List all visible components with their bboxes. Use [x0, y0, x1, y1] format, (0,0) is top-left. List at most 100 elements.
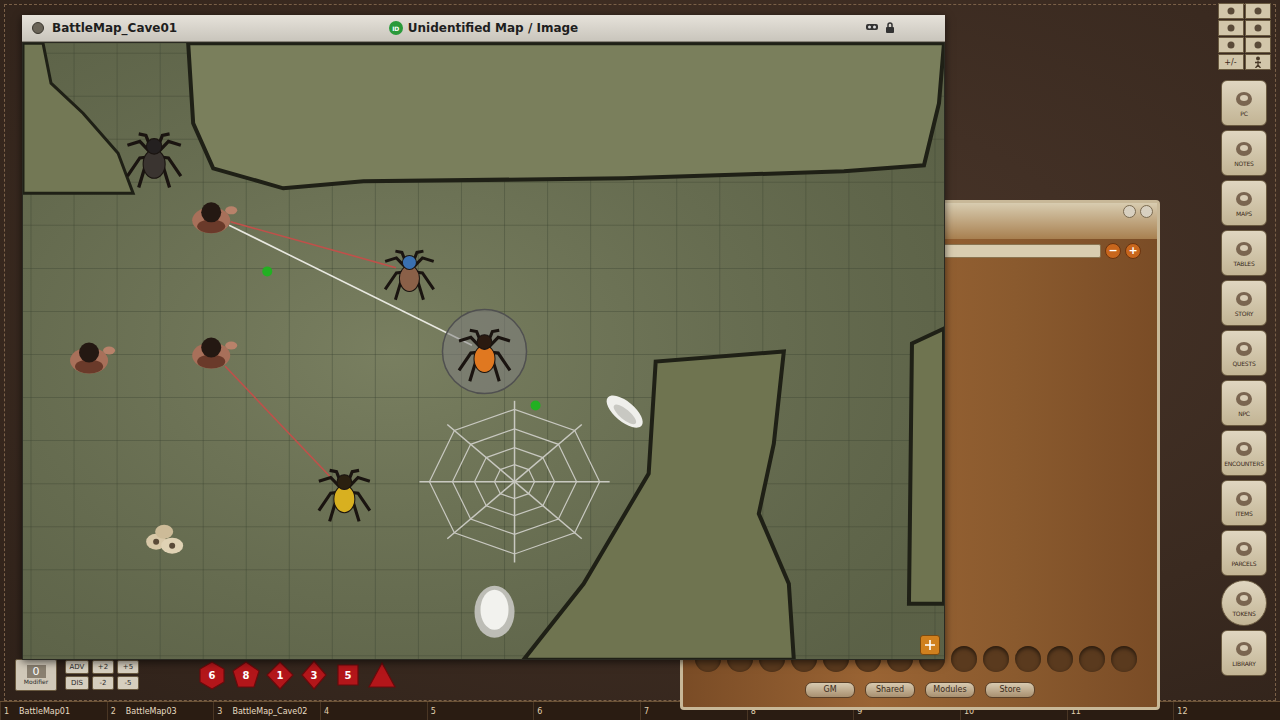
- sidebar-icon: [1233, 539, 1255, 559]
- map-identification: Unidentified Map / Image: [408, 21, 578, 35]
- advantage-button[interactable]: ADV: [65, 660, 89, 674]
- map-token[interactable]: [531, 401, 541, 411]
- figure-icon: [1252, 56, 1264, 68]
- sidebar-button[interactable]: STORY: [1221, 280, 1267, 326]
- map-token[interactable]: [192, 337, 237, 368]
- map-token[interactable]: [442, 309, 526, 393]
- category-slot[interactable]: [1111, 646, 1137, 672]
- map-token[interactable]: [70, 342, 115, 373]
- map-titlebar[interactable]: BattleMap_Cave01 ID Unidentified Map / I…: [22, 15, 945, 42]
- map-token[interactable]: [601, 390, 648, 434]
- window-menu-icon[interactable]: [32, 22, 44, 34]
- zoom-button[interactable]: −: [1105, 243, 1121, 259]
- hotkey-slot[interactable]: 4: [320, 702, 427, 720]
- category-slot[interactable]: [1015, 646, 1041, 672]
- category-slot[interactable]: [951, 646, 977, 672]
- cave-map[interactable]: [23, 43, 944, 659]
- zoom-tool[interactable]: +/-: [1218, 54, 1244, 70]
- tool-icon: [1225, 40, 1237, 50]
- category-slot[interactable]: [1047, 646, 1073, 672]
- hotkey-slot[interactable]: 12: [1173, 702, 1280, 720]
- source-tab[interactable]: Modules: [925, 682, 975, 698]
- die[interactable]: 1: [265, 660, 295, 690]
- sidebar-icon: [1233, 239, 1255, 259]
- sidebar-button[interactable]: MAPS: [1221, 180, 1267, 226]
- map-token[interactable]: [419, 401, 609, 563]
- map-token[interactable]: [192, 202, 237, 233]
- tool-icon: [1252, 23, 1264, 33]
- map-token[interactable]: [146, 525, 183, 554]
- map-window[interactable]: BattleMap_Cave01 ID Unidentified Map / I…: [22, 15, 945, 660]
- tool-grid: +/-: [1218, 3, 1271, 70]
- sidebar-icon: [1233, 389, 1255, 409]
- map-token[interactable]: [474, 586, 514, 638]
- sidebar-icon: [1233, 439, 1255, 459]
- map-token[interactable]: [262, 266, 272, 276]
- zoom-button[interactable]: +: [1125, 243, 1141, 259]
- disadvantage-button[interactable]: DIS: [65, 676, 89, 690]
- minimize-icon[interactable]: [1123, 205, 1136, 218]
- source-tab[interactable]: Store: [985, 682, 1035, 698]
- tool-button[interactable]: [1218, 3, 1244, 19]
- sidebar-icon: [1233, 89, 1255, 109]
- battle-map[interactable]: [23, 43, 944, 659]
- sidebar-icon: [1233, 589, 1255, 609]
- sidebar-button[interactable]: NPC: [1221, 380, 1267, 426]
- bonus-button[interactable]: -2: [92, 676, 114, 690]
- tool-button[interactable]: [1245, 37, 1271, 53]
- sidebar-button[interactable]: PARCELS: [1221, 530, 1267, 576]
- modifier-box[interactable]: 0 Modifier: [15, 659, 57, 691]
- source-tab[interactable]: Shared: [865, 682, 915, 698]
- desktop: −+ GM Shared Modules Store BattleMap_Cave01…: [0, 0, 1280, 720]
- die[interactable]: 6: [197, 660, 227, 690]
- workspace: −+ GM Shared Modules Store BattleMap_Cave01…: [4, 4, 1276, 701]
- bonus-button[interactable]: -5: [117, 676, 139, 690]
- sidebar: +/- PC NOTES MAPS TABLES STORY QUESTS NP…: [1215, 3, 1273, 676]
- die[interactable]: 5: [333, 660, 363, 690]
- die[interactable]: 8: [231, 660, 261, 690]
- id-badge[interactable]: ID: [389, 21, 403, 35]
- bonus-button[interactable]: +5: [117, 660, 139, 674]
- die[interactable]: [367, 660, 397, 690]
- map-token[interactable]: [319, 470, 370, 521]
- hotkey-slot[interactable]: 2 BattleMap03: [107, 702, 214, 720]
- sidebar-icon: [1233, 339, 1255, 359]
- hotkey-slot[interactable]: 1 BattleMap01: [0, 702, 107, 720]
- tool-button[interactable]: [1245, 54, 1271, 70]
- map-token[interactable]: [127, 134, 180, 187]
- sidebar-icon: [1233, 189, 1255, 209]
- die[interactable]: 3: [299, 660, 329, 690]
- hotkey-slot[interactable]: 5: [427, 702, 534, 720]
- sidebar-button[interactable]: ENCOUNTERS: [1221, 430, 1267, 476]
- sidebar-icon: [1233, 139, 1255, 159]
- map-token[interactable]: [385, 251, 434, 300]
- sidebar-button[interactable]: ITEMS: [1221, 480, 1267, 526]
- category-slot[interactable]: [983, 646, 1009, 672]
- d4-icon: [367, 660, 397, 690]
- hotkey-slot[interactable]: 6: [533, 702, 640, 720]
- sidebar-button[interactable]: NOTES: [1221, 130, 1267, 176]
- mask-icon[interactable]: [865, 22, 879, 34]
- hotkey-slot[interactable]: 3 BattleMap_Cave02: [213, 702, 320, 720]
- sidebar-button[interactable]: LIBRARY: [1221, 630, 1267, 676]
- tool-button[interactable]: [1218, 20, 1244, 36]
- target-line: [229, 225, 472, 345]
- category-slot[interactable]: [1079, 646, 1105, 672]
- resize-icon[interactable]: [920, 635, 940, 655]
- sidebar-icon: [1233, 489, 1255, 509]
- source-tab[interactable]: GM: [805, 682, 855, 698]
- cave-wall: [524, 352, 794, 660]
- tool-button[interactable]: [1218, 37, 1244, 53]
- bonus-button[interactable]: +2: [92, 660, 114, 674]
- tool-button[interactable]: [1245, 20, 1271, 36]
- sidebar-button[interactable]: TOKENS: [1221, 580, 1267, 626]
- tool-icon: [1252, 6, 1264, 16]
- close-icon[interactable]: [1140, 205, 1153, 218]
- tool-button[interactable]: [1245, 3, 1271, 19]
- target-line: [230, 222, 395, 268]
- sidebar-button[interactable]: QUESTS: [1221, 330, 1267, 376]
- sidebar-icon: [1233, 289, 1255, 309]
- sidebar-button[interactable]: PC: [1221, 80, 1267, 126]
- lock-icon[interactable]: [885, 22, 895, 34]
- sidebar-button[interactable]: TABLES: [1221, 230, 1267, 276]
